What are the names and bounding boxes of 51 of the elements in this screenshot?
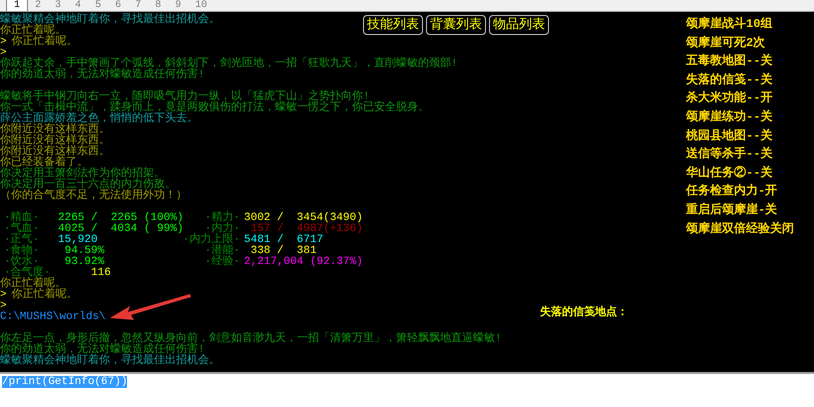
command-text: /print(GetInfo(67)) <box>2 376 128 388</box>
world-tab[interactable]: 10 <box>188 0 214 11</box>
stat-label: ·精力· <box>204 213 240 224</box>
output-line: 你正忙着呢。 <box>12 37 78 48</box>
world-tab[interactable]: 8 <box>148 0 168 11</box>
output-line: 你的劲道太弱，无法对蠓敏造成任何伤害! <box>0 69 205 81</box>
status-item: 颂摩崖双倍经验关闭 <box>686 220 794 238</box>
status-item: 失落的信笺--关 <box>686 72 774 89</box>
status-item: 颂摩崖可死2次 <box>686 34 766 52</box>
prompt-symbol: > <box>0 37 7 48</box>
stat-value: 157 / 4987(+136) <box>250 224 363 235</box>
prompt-symbol: > <box>0 290 7 301</box>
list-button[interactable]: 物品列表 <box>489 15 549 35</box>
world-tab[interactable]: 1 <box>6 0 28 11</box>
status-item: 颂摩崖练功--关 <box>686 108 774 126</box>
status-item: 颂摩崖战斗10组 <box>686 16 774 33</box>
status-item: 桃园县地图--关 <box>686 128 774 145</box>
status-item: 重启后颂摩崖-关 <box>686 202 778 219</box>
output-line: 蠓敏聚精会神地盯着你，寻找最佳出招机会。 <box>0 355 220 367</box>
stat-value: 94.59% <box>64 246 104 257</box>
status-item: 华山任务②--关 <box>686 164 774 182</box>
list-button[interactable]: 技能列表 <box>363 15 423 35</box>
stat-value: 5481 / 6717 <box>244 235 324 246</box>
status-item: 送信等杀手--关 <box>686 146 774 164</box>
stat-value: 3002 / 3454(3490) <box>244 213 363 224</box>
stat-label: ·经验· <box>204 257 240 268</box>
stat-value: 116 <box>90 268 111 279</box>
status-item: 五毒教地图--关 <box>686 52 774 70</box>
prompt-symbol: > <box>0 301 7 312</box>
stat-value: 93.92% <box>64 257 104 268</box>
stat-label: ·内力· <box>204 224 240 235</box>
world-tab[interactable]: 9 <box>168 0 188 11</box>
stat-value: 2265 / 2265 (100%) <box>58 213 184 224</box>
output-line: C:\MUSHS\worlds\ <box>0 312 107 323</box>
stat-value: 4025 / 4034 ( 99%) <box>58 224 184 235</box>
stat-value: 2,217,004 (92.37%) <box>244 257 363 268</box>
world-tab[interactable]: 7 <box>128 0 148 11</box>
list-button[interactable]: 背囊列表 <box>426 15 486 35</box>
world-tab[interactable]: 5 <box>88 0 108 11</box>
location-label: 失落的信笺地点： <box>540 308 628 321</box>
stat-value: 338 / 381 <box>250 246 317 257</box>
stat-value: 15,920 <box>58 235 98 246</box>
output-line: 你正忙着呢。 <box>12 290 78 301</box>
world-tab[interactable]: 4 <box>68 0 88 11</box>
output-line: （你的合气度不足，无法使用外功！） <box>0 190 187 202</box>
world-tab[interactable]: 2 <box>28 0 48 11</box>
status-item: 杀大米功能--开 <box>686 90 774 108</box>
world-tab[interactable]: 3 <box>48 0 68 11</box>
stat-label: ·食物· <box>4 246 40 257</box>
world-tab[interactable]: 6 <box>108 0 128 11</box>
status-item: 任务检查内力-开 <box>686 182 778 200</box>
